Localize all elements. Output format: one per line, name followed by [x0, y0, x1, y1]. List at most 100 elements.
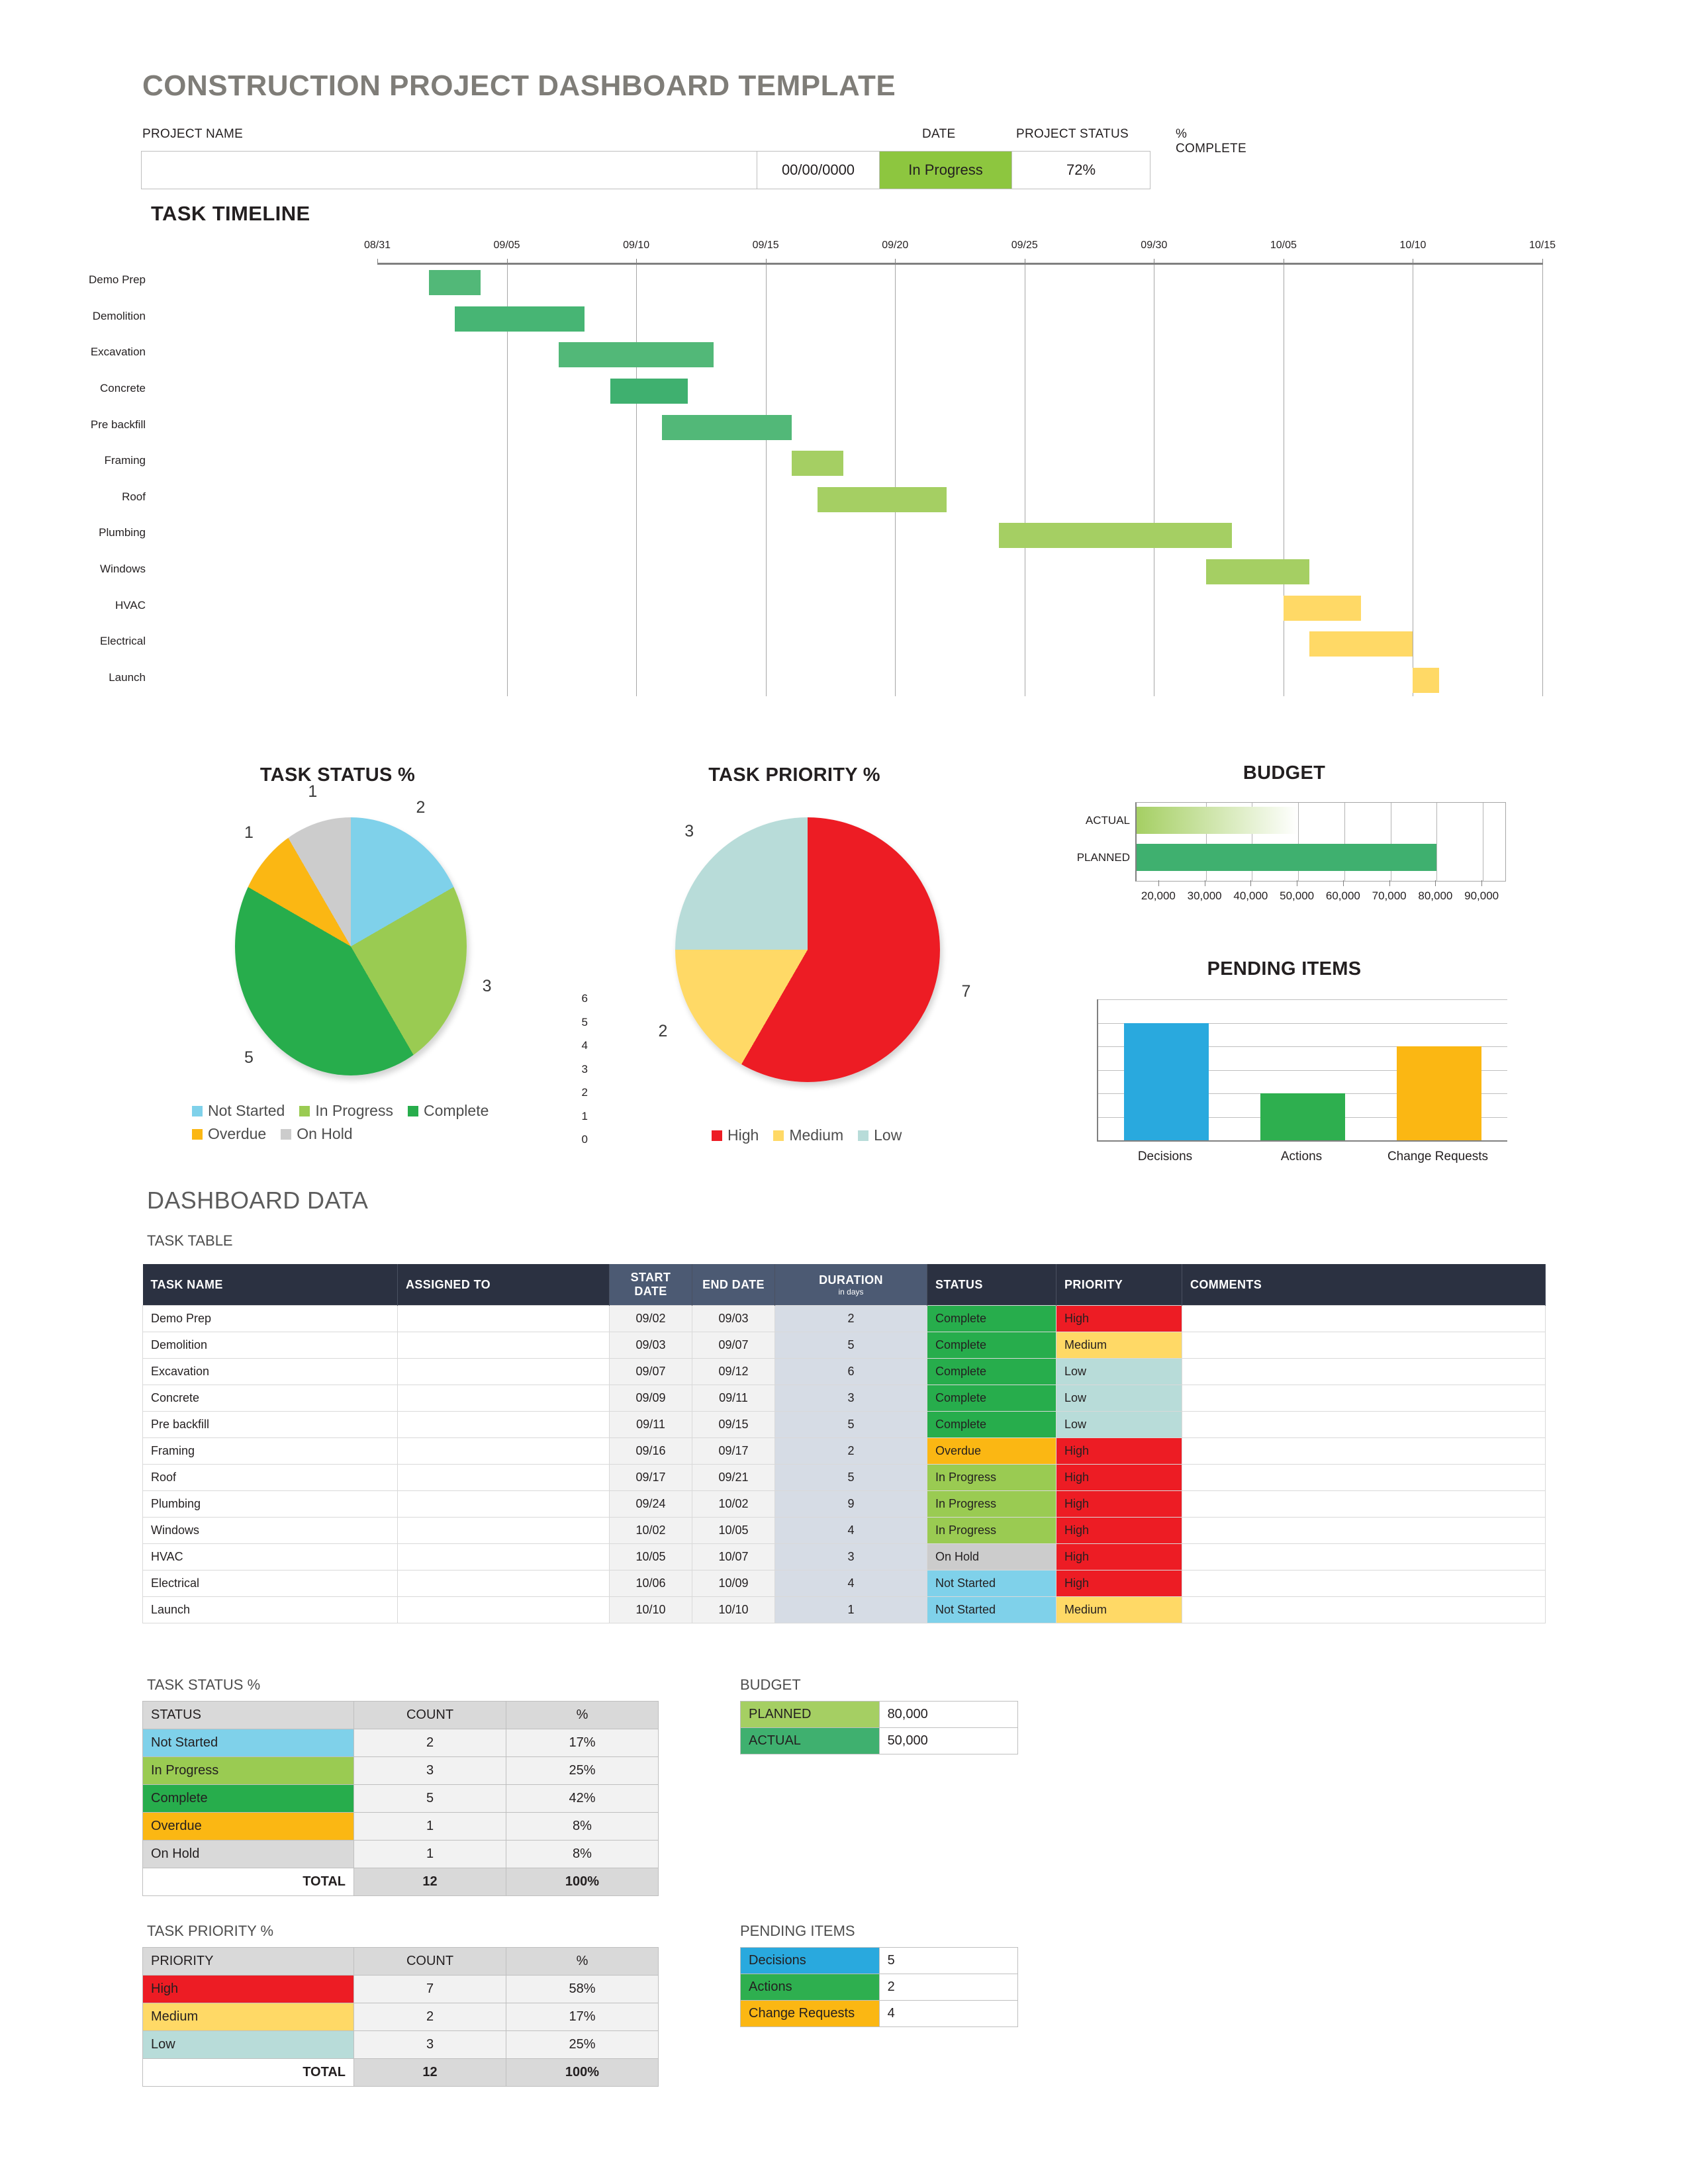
table-row[interactable]: Launch 10/10 10/10 1 Not Started Medium — [142, 1596, 1546, 1623]
cell-assigned-to[interactable] — [397, 1437, 610, 1465]
cell-duration[interactable]: 2 — [774, 1437, 927, 1465]
pending-items-value-cell[interactable]: 4 — [878, 2000, 1019, 2027]
cell-status[interactable]: Overdue — [927, 1437, 1056, 1465]
task-priority-percent-cell[interactable]: 25% — [506, 2030, 659, 2059]
cell-assigned-to[interactable] — [397, 1332, 610, 1359]
task-priority-label-cell[interactable]: Low — [142, 2030, 354, 2059]
table-row[interactable]: Overdue 1 8% — [142, 1812, 659, 1841]
table-row[interactable]: High 7 58% — [142, 1975, 659, 2003]
cell-task-name[interactable]: Demolition — [142, 1332, 398, 1359]
cell-start-date[interactable]: 09/24 — [609, 1490, 692, 1518]
cell-priority[interactable]: Medium — [1056, 1596, 1182, 1623]
table-row[interactable]: Framing 09/16 09/17 2 Overdue High — [142, 1437, 1546, 1465]
cell-duration[interactable]: 4 — [774, 1517, 927, 1544]
cell-assigned-to[interactable] — [397, 1305, 610, 1332]
cell-start-date[interactable]: 10/06 — [609, 1570, 692, 1597]
cell-comments[interactable] — [1182, 1517, 1546, 1544]
cell-comments[interactable] — [1182, 1490, 1546, 1518]
cell-start-date[interactable]: 09/11 — [609, 1411, 692, 1438]
cell-task-name[interactable]: Concrete — [142, 1385, 398, 1412]
table-row[interactable]: Excavation 09/07 09/12 6 Complete Low — [142, 1358, 1546, 1385]
cell-end-date[interactable]: 10/07 — [692, 1543, 775, 1570]
task-status-count-cell[interactable]: 1 — [353, 1840, 506, 1868]
table-row[interactable]: Windows 10/02 10/05 4 In Progress High — [142, 1517, 1546, 1544]
cell-assigned-to[interactable] — [397, 1543, 610, 1570]
cell-duration[interactable]: 2 — [774, 1305, 927, 1332]
pending-items-label-cell[interactable]: Decisions — [740, 1947, 880, 1974]
cell-comments[interactable] — [1182, 1332, 1546, 1359]
cell-status[interactable]: In Progress — [927, 1464, 1056, 1491]
cell-priority[interactable]: High — [1056, 1517, 1182, 1544]
task-priority-percent-cell[interactable]: 58% — [506, 1975, 659, 2003]
table-row[interactable]: Change Requests 4 — [740, 2000, 1019, 2027]
table-row[interactable]: Complete 5 42% — [142, 1784, 659, 1813]
gantt-bar[interactable] — [791, 451, 843, 477]
task-status-count-cell[interactable]: 2 — [353, 1729, 506, 1757]
cell-assigned-to[interactable] — [397, 1596, 610, 1623]
budget-label-cell[interactable]: ACTUAL — [740, 1727, 880, 1754]
gantt-bar[interactable] — [1205, 559, 1309, 584]
cell-comments[interactable] — [1182, 1570, 1546, 1597]
cell-priority[interactable]: High — [1056, 1464, 1182, 1491]
gantt-bar[interactable] — [817, 486, 947, 512]
budget-bar[interactable] — [1137, 844, 1437, 871]
cell-end-date[interactable]: 09/07 — [692, 1332, 775, 1359]
pending-items-bar[interactable] — [1397, 1046, 1481, 1140]
cell-duration[interactable]: 5 — [774, 1411, 927, 1438]
cell-priority[interactable]: High — [1056, 1305, 1182, 1332]
cell-duration[interactable]: 6 — [774, 1358, 927, 1385]
task-status-label-cell[interactable]: Overdue — [142, 1812, 354, 1841]
table-row[interactable]: ACTUAL 50,000 — [740, 1727, 1019, 1754]
cell-comments[interactable] — [1182, 1411, 1546, 1438]
cell-priority[interactable]: High — [1056, 1543, 1182, 1570]
cell-task-name[interactable]: Plumbing — [142, 1490, 398, 1518]
cell-priority[interactable]: Low — [1056, 1385, 1182, 1412]
cell-status[interactable]: Complete — [927, 1385, 1056, 1412]
cell-duration[interactable]: 5 — [774, 1464, 927, 1491]
cell-comments[interactable] — [1182, 1385, 1546, 1412]
pending-items-bar[interactable] — [1124, 1023, 1209, 1140]
pending-items-bar[interactable] — [1260, 1093, 1345, 1140]
project-date-value[interactable]: 00/00/0000 — [757, 152, 880, 189]
table-row[interactable]: Roof 09/17 09/21 5 In Progress High — [142, 1464, 1546, 1491]
cell-task-name[interactable]: Electrical — [142, 1570, 398, 1597]
cell-status[interactable]: Complete — [927, 1332, 1056, 1359]
cell-end-date[interactable]: 09/17 — [692, 1437, 775, 1465]
budget-bar[interactable] — [1137, 807, 1299, 834]
task-status-label-cell[interactable]: Complete — [142, 1784, 354, 1813]
cell-status[interactable]: Complete — [927, 1358, 1056, 1385]
cell-priority[interactable]: High — [1056, 1570, 1182, 1597]
task-status-count-cell[interactable]: 3 — [353, 1756, 506, 1785]
cell-end-date[interactable]: 10/09 — [692, 1570, 775, 1597]
budget-value-cell[interactable]: 50,000 — [878, 1727, 1019, 1754]
task-status-label-cell[interactable]: Not Started — [142, 1729, 354, 1757]
cell-task-name[interactable]: Roof — [142, 1464, 398, 1491]
task-status-percent-cell[interactable]: 25% — [506, 1756, 659, 1785]
cell-start-date[interactable]: 09/17 — [609, 1464, 692, 1491]
cell-end-date[interactable]: 09/21 — [692, 1464, 775, 1491]
budget-label-cell[interactable]: PLANNED — [740, 1701, 880, 1728]
table-row[interactable]: Plumbing 09/24 10/02 9 In Progress High — [142, 1490, 1546, 1518]
cell-task-name[interactable]: Framing — [142, 1437, 398, 1465]
cell-assigned-to[interactable] — [397, 1385, 610, 1412]
pending-items-label-cell[interactable]: Change Requests — [740, 2000, 880, 2027]
cell-assigned-to[interactable] — [397, 1358, 610, 1385]
table-row[interactable]: Low 3 25% — [142, 2030, 659, 2059]
gantt-bar[interactable] — [1413, 667, 1439, 693]
cell-duration[interactable]: 3 — [774, 1385, 927, 1412]
cell-task-name[interactable]: Excavation — [142, 1358, 398, 1385]
task-priority-label-cell[interactable]: High — [142, 1975, 354, 2003]
gantt-bar[interactable] — [558, 342, 714, 368]
cell-end-date[interactable]: 10/10 — [692, 1596, 775, 1623]
cell-duration[interactable]: 9 — [774, 1490, 927, 1518]
project-name-input[interactable] — [142, 152, 757, 189]
task-status-count-cell[interactable]: 5 — [353, 1784, 506, 1813]
cell-status[interactable]: In Progress — [927, 1490, 1056, 1518]
table-row[interactable]: PLANNED 80,000 — [740, 1701, 1019, 1728]
cell-duration[interactable]: 5 — [774, 1332, 927, 1359]
cell-task-name[interactable]: HVAC — [142, 1543, 398, 1570]
cell-duration[interactable]: 3 — [774, 1543, 927, 1570]
cell-comments[interactable] — [1182, 1305, 1546, 1332]
table-row[interactable]: Pre backfill 09/11 09/15 5 Complete Low — [142, 1411, 1546, 1438]
cell-end-date[interactable]: 09/12 — [692, 1358, 775, 1385]
